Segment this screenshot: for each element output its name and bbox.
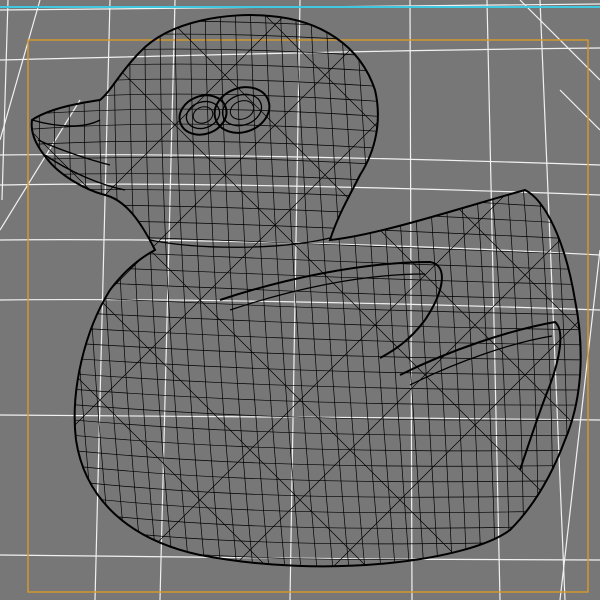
viewport-canvas[interactable] [0,0,600,600]
duck-outline [30,14,582,568]
viewport-grid [0,0,600,600]
duck-neck-seam [149,237,331,248]
perspective-viewport[interactable] [0,0,600,600]
safe-frame [27,39,589,593]
